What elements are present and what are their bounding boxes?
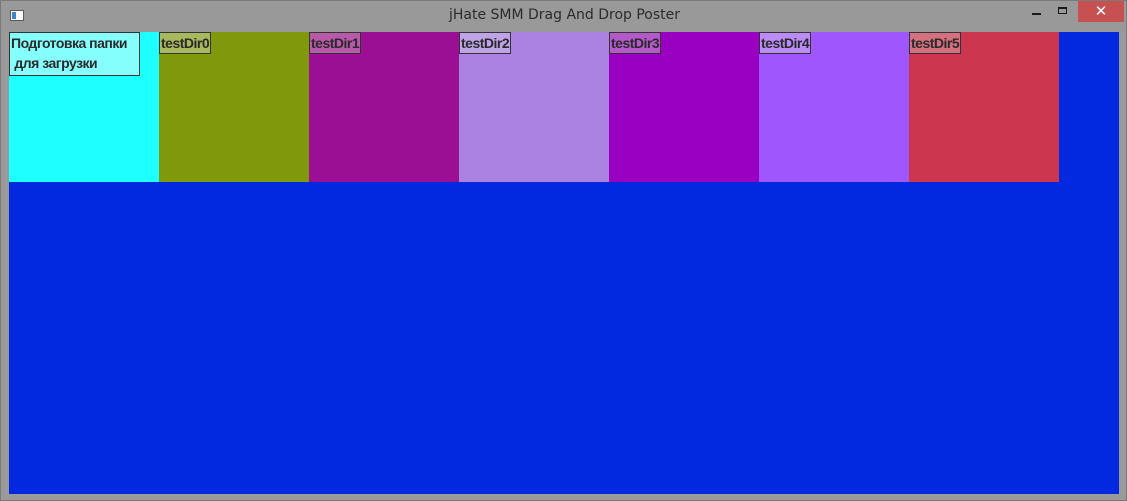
minimize-icon: [1032, 13, 1041, 15]
prepare-upload-folder-tile[interactable]: Подготовка папки для загрузки: [9, 32, 159, 182]
folder-tile-testdir5[interactable]: testDir5: [909, 32, 1059, 182]
app-window: jHate SMM Drag And Drop Poster ✕ Подгото…: [0, 0, 1127, 501]
title-bar[interactable]: jHate SMM Drag And Drop Poster ✕: [1, 1, 1126, 31]
tile-label: testDir2: [459, 32, 512, 54]
close-button[interactable]: ✕: [1078, 1, 1124, 22]
window-title: jHate SMM Drag And Drop Poster: [448, 7, 681, 23]
tile-label: Подготовка папки для загрузки: [9, 32, 140, 76]
minimize-button[interactable]: [1024, 1, 1050, 22]
close-icon: ✕: [1094, 2, 1108, 20]
tile-label: testDir5: [909, 32, 962, 54]
folder-tile-testdir2[interactable]: testDir2: [459, 32, 609, 182]
folder-tile-testdir3[interactable]: testDir3: [609, 32, 759, 182]
drop-workspace[interactable]: Подготовка папки для загрузки testDir0 t…: [9, 32, 1119, 494]
tile-label: testDir1: [309, 32, 362, 54]
folder-tile-testdir4[interactable]: testDir4: [759, 32, 909, 182]
tile-label: testDir0: [159, 32, 212, 54]
tile-label: testDir4: [759, 32, 812, 54]
folder-tile-testdir1[interactable]: testDir1: [309, 32, 459, 182]
maximize-button[interactable]: [1050, 1, 1076, 22]
tile-label: testDir3: [609, 32, 662, 54]
folder-tile-testdir0[interactable]: testDir0: [159, 32, 309, 182]
maximize-icon: [1058, 7, 1067, 14]
